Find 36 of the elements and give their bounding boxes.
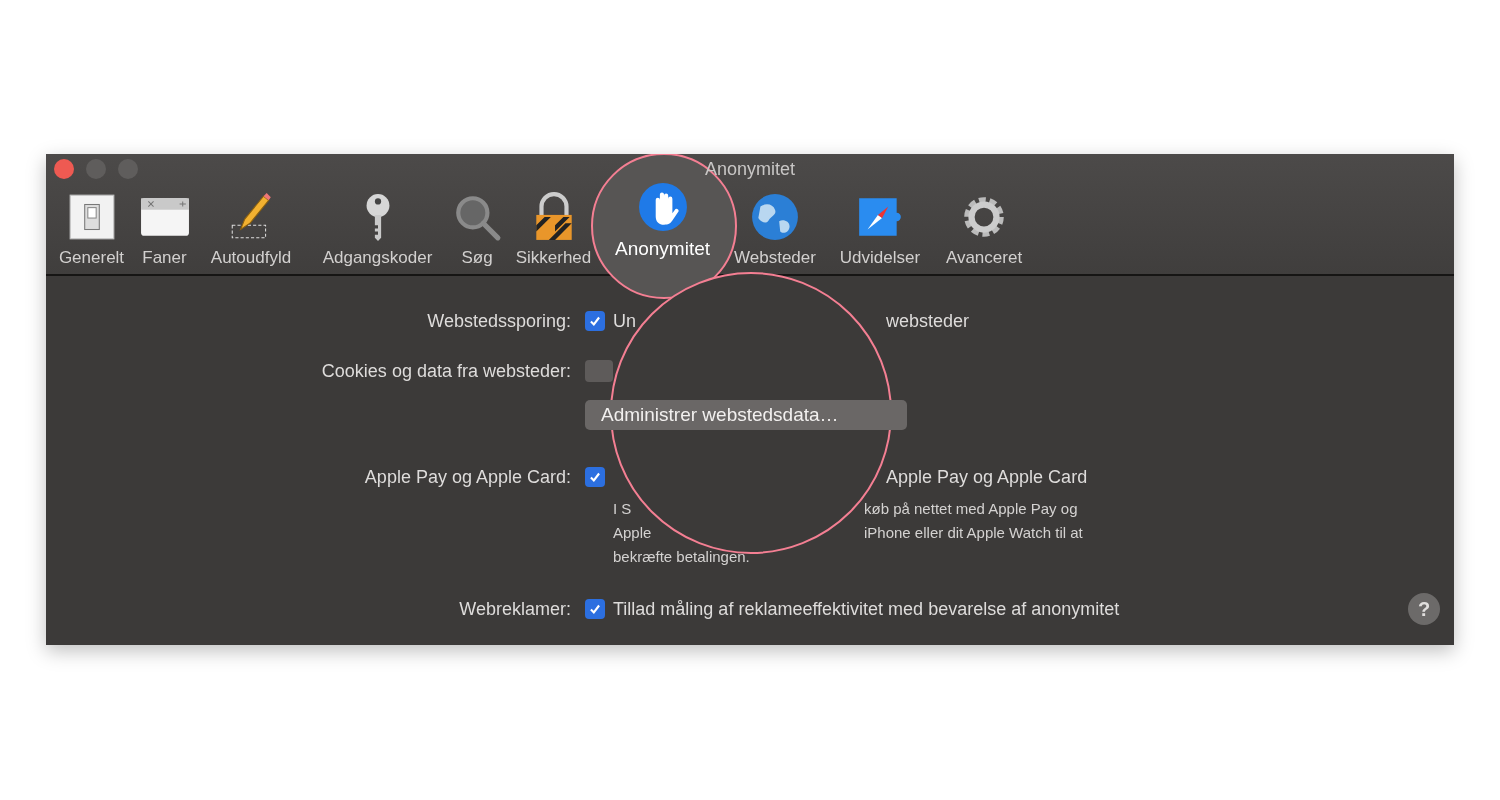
toolbar-tab[interactable]: Udvidelser [827, 188, 933, 274]
setting-label: Apple Pay og Apple Card: [363, 466, 571, 489]
toolbar-tab[interactable]: Adgangskoder [306, 188, 449, 274]
close-button[interactable] [54, 159, 74, 179]
checkbox[interactable] [585, 599, 605, 619]
toolbar-tab[interactable]: Sikkerhed [505, 188, 602, 274]
switch-icon [66, 192, 117, 242]
checkbox[interactable] [585, 311, 605, 331]
description-text: iPhone eller dit Apple Watch til at [864, 524, 1083, 541]
setting-label: Webstedssporing: [426, 310, 571, 333]
description-text: køb på nettet med Apple Pay og [864, 500, 1078, 517]
window-title: Anonymitet [705, 159, 795, 180]
manage-data-button[interactable]: Administrer webstedsdata… [585, 400, 907, 430]
checkbox-label: Apple Pay og Apple Card [886, 466, 1088, 488]
description-text: bekræfte betalingen. [613, 548, 750, 567]
hand-icon [637, 182, 688, 232]
checkbox-label: Tillad måling af reklameeffektivitet med bevarelse af anonymitet [613, 598, 1120, 620]
description-text: Apple [613, 524, 652, 543]
checkmark-icon [588, 602, 602, 616]
toolbar-tab[interactable]: Generelt [50, 188, 133, 274]
checkmark-icon [588, 314, 602, 328]
setting-label: Cookies og data fra websteder: [320, 360, 571, 383]
setting-label: Webreklamer: [458, 598, 571, 621]
description-text: I S [613, 500, 632, 519]
toolbar-tab[interactable]: Faner [133, 188, 196, 274]
checkbox[interactable] [585, 467, 605, 487]
toolbar-tab[interactable]: Søg [449, 188, 505, 274]
globe-icon [750, 192, 800, 242]
checkbox-label: Un [613, 310, 636, 332]
checkbox-label: websteder [886, 310, 970, 332]
toolbar-tab[interactable]: Anonymitet [602, 178, 723, 266]
checkmark-icon [588, 470, 602, 484]
toolbar-tab[interactable]: Autoudfyld [196, 188, 306, 274]
help-button[interactable]: ? [1408, 593, 1440, 625]
toolbar-tab[interactable]: Websteder [723, 188, 827, 274]
toolbar-tab[interactable]: Avanceret [933, 188, 1035, 274]
